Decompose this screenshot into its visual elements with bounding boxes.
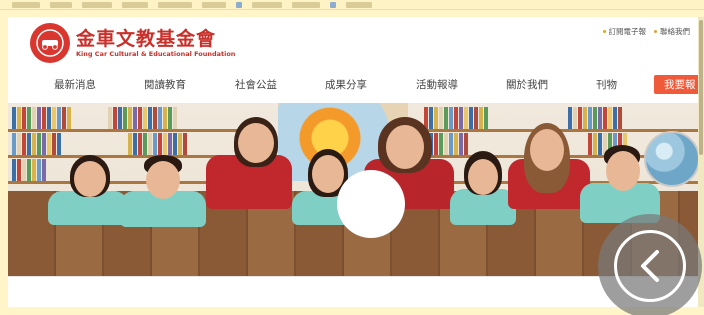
books (568, 107, 622, 129)
bookmark-item[interactable] (50, 1, 72, 8)
back-button[interactable] (614, 230, 686, 302)
books (12, 107, 71, 129)
contact-us-link[interactable]: 聯絡我們 (654, 26, 690, 37)
books (108, 107, 177, 129)
nav-item-news[interactable]: 最新消息 (54, 77, 96, 92)
bookmark-item[interactable] (202, 1, 226, 8)
logo-name: 金車文教基金會 (76, 28, 217, 50)
bookmark-item[interactable] (252, 1, 282, 8)
chevron-left-icon (641, 250, 659, 282)
bookmark-item[interactable] (82, 1, 112, 8)
subscribe-newsletter-link[interactable]: 訂閱電子報 (602, 26, 647, 37)
books (12, 133, 61, 155)
content-divider (8, 276, 698, 277)
logo-emblem-icon (30, 23, 70, 63)
nav-item-results[interactable]: 成果分享 (325, 77, 367, 92)
globe-icon (644, 131, 698, 187)
books (12, 159, 46, 181)
bookmark-icon[interactable] (236, 1, 242, 8)
bookmark-icon[interactable] (330, 1, 336, 8)
main-nav: 最新消息 閱讀教育 社會公益 成果分享 活動報導 關於我們 刊物 我要報 (8, 75, 698, 95)
bookshelf (8, 129, 273, 132)
bookmarks-bar (0, 0, 704, 10)
bookmark-item[interactable] (122, 1, 148, 8)
subscribe-newsletter-label: 訂閱電子報 (608, 27, 647, 36)
bullet-icon (654, 30, 657, 33)
bullet-icon (602, 30, 606, 33)
page-bottom-edge (8, 307, 698, 315)
nav-item-publications[interactable]: 刊物 (596, 77, 617, 92)
bookmark-item[interactable] (158, 1, 192, 8)
site-logo[interactable]: 金車文教基金會 King Car Cultural & Educational … (30, 23, 235, 63)
contact-us-label: 聯絡我們 (660, 27, 690, 36)
nav-item-event-reports[interactable]: 活動報導 (416, 77, 458, 92)
books (128, 133, 187, 155)
bookmark-item[interactable] (292, 1, 320, 8)
nav-item-about-us[interactable]: 關於我們 (506, 77, 548, 92)
join-button[interactable]: 我要報 (654, 75, 698, 94)
bookmark-item[interactable] (12, 1, 40, 8)
nav-item-reading-education[interactable]: 閱讀教育 (144, 77, 186, 92)
bookmark-item[interactable] (346, 1, 372, 8)
logo-english-name: King Car Cultural & Educational Foundati… (76, 50, 236, 58)
white-circle-overlay (337, 170, 405, 238)
web-page: 金車文教基金會 King Car Cultural & Educational … (8, 17, 698, 307)
scrollbar-thumb[interactable] (699, 20, 703, 155)
books (424, 107, 488, 129)
top-links: 訂閱電子報 聯絡我們 (602, 26, 690, 37)
nav-item-social-welfare[interactable]: 社會公益 (235, 77, 277, 92)
